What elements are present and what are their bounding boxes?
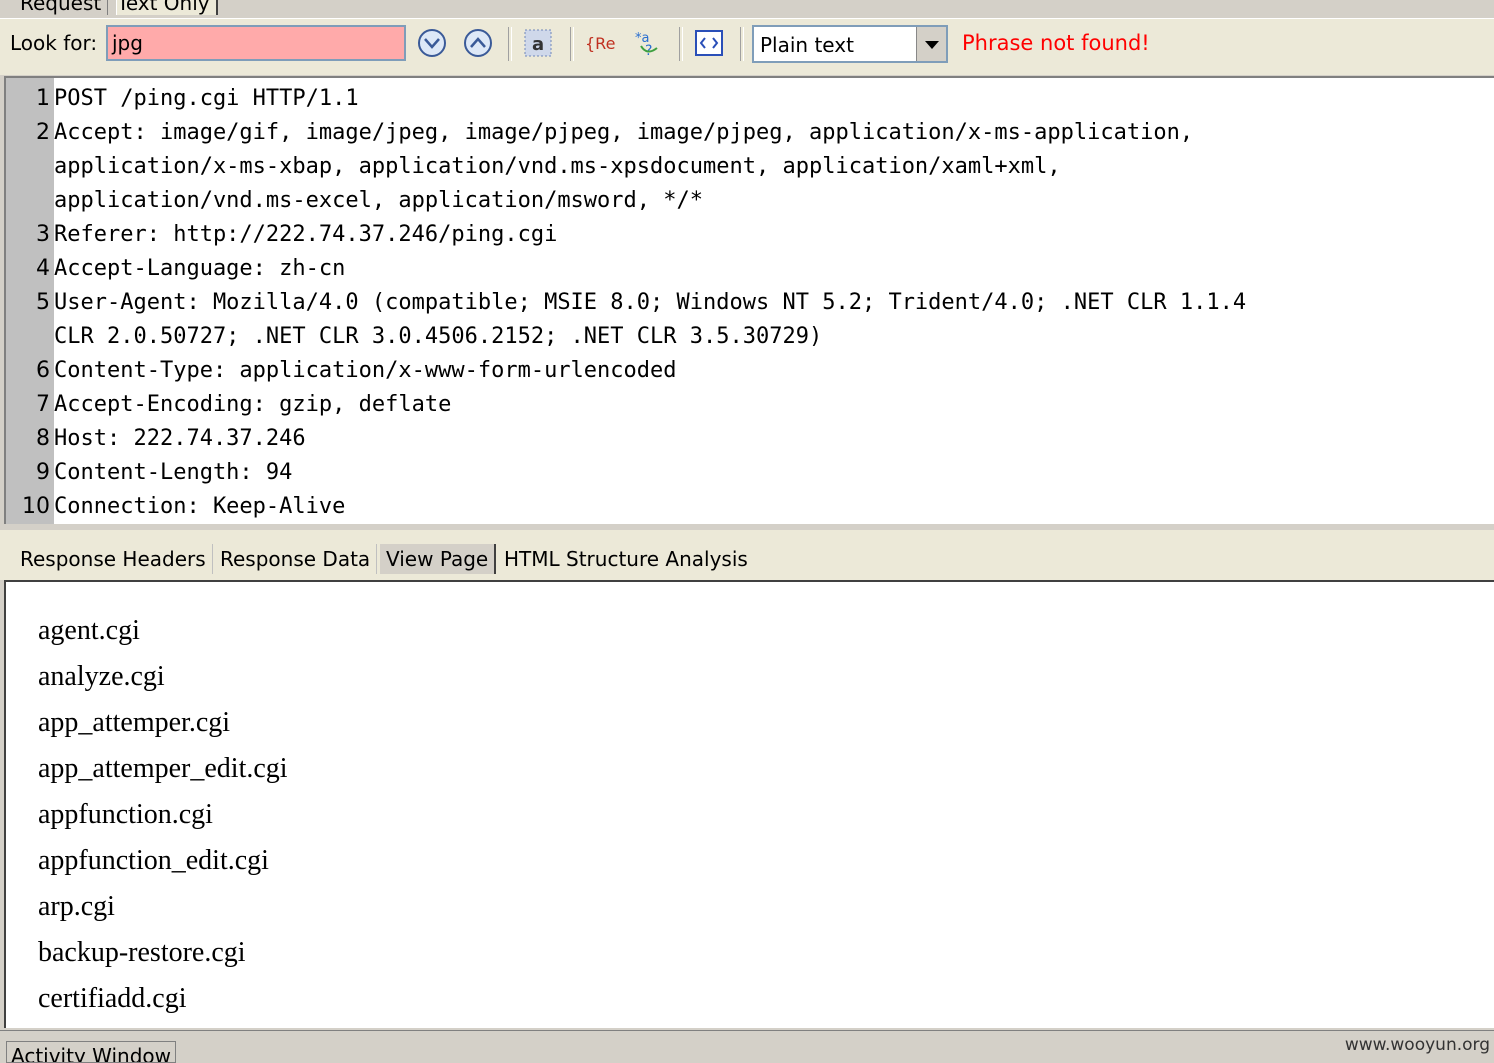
- cgi-file-list: agent.cgi analyze.cgi app_attemper.cgi app_…: [38, 608, 288, 1022]
- request-line: 8 Host: 222.74.37.246: [6, 422, 1246, 456]
- line-number: [6, 150, 54, 184]
- top-tab-strip: Request Text Only: [0, 0, 1494, 18]
- line-number: 6: [36, 358, 50, 383]
- line-number: [6, 320, 54, 354]
- line-text: Referer: http://222.74.37.246/ping.cgi: [54, 222, 558, 247]
- search-toolbar: Look for: jpg a {Re} *a ? Plain text Phr…: [0, 18, 1494, 75]
- toolbar-separator: [508, 27, 512, 61]
- toolbar-separator: [570, 27, 574, 61]
- line-text: application/vnd.ms-excel, application/ms…: [54, 188, 704, 213]
- regex-icon[interactable]: {Re}: [585, 28, 615, 58]
- line-number: 10: [22, 494, 50, 519]
- request-line: 2 Accept: image/gif, image/jpeg, image/pj…: [6, 116, 1246, 150]
- find-next-icon[interactable]: [417, 28, 447, 58]
- line-number: 2: [36, 120, 50, 145]
- line-number: 1: [36, 86, 50, 111]
- request-line: 4 Accept-Language: zh-cn: [6, 252, 1246, 286]
- line-number: 5: [36, 290, 50, 315]
- line-text: Accept-Language: zh-cn: [54, 256, 346, 281]
- list-item[interactable]: agent.cgi: [38, 608, 288, 654]
- line-text: Content-Length: 94: [54, 460, 293, 485]
- request-line: 1 POST /ping.cgi HTTP/1.1: [6, 82, 1246, 116]
- request-code: 1 POST /ping.cgi HTTP/1.1 2 Accept: image/g…: [6, 82, 1246, 524]
- list-item[interactable]: app_attemper_edit.cgi: [38, 746, 288, 792]
- find-previous-icon[interactable]: [463, 28, 493, 58]
- request-line: application/vnd.ms-excel, application/ms…: [6, 184, 1246, 218]
- line-text: User-Agent: Mozilla/4.0 (compatible; MSI…: [54, 290, 1247, 315]
- line-number: 9: [36, 460, 50, 485]
- tab-response-headers[interactable]: Response Headers: [14, 544, 213, 574]
- line-number: 8: [36, 426, 50, 451]
- list-item[interactable]: backup-restore.cgi: [38, 930, 288, 976]
- watermark: www.wooyun.org: [1344, 1035, 1490, 1055]
- request-line: CLR 2.0.50727; .NET CLR 3.0.4506.2152; .…: [6, 320, 1246, 354]
- search-input[interactable]: jpg: [106, 25, 406, 61]
- list-item[interactable]: app_attemper.cgi: [38, 700, 288, 746]
- look-for-label: Look for:: [10, 31, 98, 55]
- request-line: 9 Content-Length: 94: [6, 456, 1246, 490]
- tab-view-page[interactable]: View Page: [380, 544, 497, 574]
- list-item[interactable]: analyze.cgi: [38, 654, 288, 700]
- activity-window-tab[interactable]: Activity Window: [6, 1041, 177, 1063]
- toolbar-separator: [740, 27, 744, 61]
- line-text: Content-Type: application/x-www-form-url…: [54, 358, 677, 383]
- tab-response-data[interactable]: Response Data: [214, 544, 378, 574]
- toolbar-separator: [679, 27, 683, 61]
- list-item[interactable]: arp.cgi: [38, 884, 288, 930]
- line-number: 4: [36, 256, 50, 281]
- line-text: Host: 222.74.37.246: [54, 426, 306, 451]
- request-line: 10 Connection: Keep-Alive: [6, 490, 1246, 524]
- line-text: application/x-ms-xbap, application/vnd.m…: [54, 154, 1061, 179]
- list-item[interactable]: certifiadd.cgi: [38, 976, 288, 1022]
- response-tab-strip: Response Headers Response Data View Page…: [0, 528, 1494, 580]
- view-page-pane[interactable]: agent.cgi analyze.cgi app_attemper.cgi app_…: [4, 580, 1494, 1028]
- footer-bar: Activity Window www.wooyun.org: [0, 1030, 1494, 1063]
- line-text: CLR 2.0.50727; .NET CLR 3.0.4506.2152; .…: [54, 324, 823, 349]
- search-mode-select[interactable]: Plain text: [752, 25, 948, 63]
- whole-word-icon[interactable]: [694, 28, 724, 58]
- match-case-icon[interactable]: a: [523, 28, 553, 58]
- line-text: Connection: Keep-Alive: [54, 494, 346, 519]
- line-text: Accept: image/gif, image/jpeg, image/pjp…: [54, 120, 1194, 145]
- line-text: Accept-Encoding: gzip, deflate: [54, 392, 452, 417]
- line-text: POST /ping.cgi HTTP/1.1: [54, 86, 359, 111]
- tab-request[interactable]: Request: [14, 0, 109, 15]
- request-text-pane[interactable]: 1 POST /ping.cgi HTTP/1.1 2 Accept: image/g…: [4, 76, 1494, 524]
- list-item[interactable]: appfunction_edit.cgi: [38, 838, 288, 884]
- list-item[interactable]: appfunction.cgi: [38, 792, 288, 838]
- search-mode-value: Plain text: [760, 33, 854, 57]
- tab-html-structure-analysis[interactable]: HTML Structure Analysis: [498, 544, 754, 574]
- svg-text:a: a: [532, 34, 544, 55]
- chevron-down-icon[interactable]: [916, 27, 946, 61]
- request-line: 3 Referer: http://222.74.37.246/ping.cgi: [6, 218, 1246, 252]
- line-number: 7: [36, 392, 50, 417]
- request-line: 7 Accept-Encoding: gzip, deflate: [6, 388, 1246, 422]
- line-number: 3: [36, 222, 50, 247]
- line-number: [6, 184, 54, 218]
- request-line: 6 Content-Type: application/x-www-form-ur…: [6, 354, 1246, 388]
- wildcard-search-icon[interactable]: *a ?: [633, 28, 663, 58]
- svg-text:{Re}: {Re}: [585, 34, 615, 53]
- tab-text-only[interactable]: Text Only: [116, 0, 218, 15]
- search-status-message: Phrase not found!: [962, 31, 1150, 55]
- request-line: application/x-ms-xbap, application/vnd.m…: [6, 150, 1246, 184]
- request-line: 5 User-Agent: Mozilla/4.0 (compatible; MS…: [6, 286, 1246, 320]
